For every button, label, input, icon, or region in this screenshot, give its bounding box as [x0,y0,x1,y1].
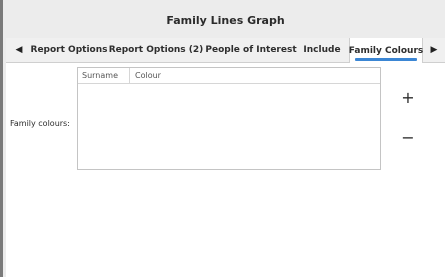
active-tab-indicator [355,58,417,61]
tab-scroll-left-button[interactable]: ◀ [10,38,28,62]
family-colours-label: Family colours: [10,119,70,128]
title-bar[interactable]: Family Lines Graph [6,0,445,38]
tab-scroll-right-button[interactable]: ▶ [425,38,443,62]
family-lines-graph-dialog: Family Lines Graph ◀ Report Options Repo… [6,0,445,277]
left-arrow-icon: ◀ [15,45,23,55]
tab-label: Include [303,45,341,55]
tab-include[interactable]: Include [299,38,345,62]
column-header-colour[interactable]: Colour [131,68,161,83]
remove-family-colour-button[interactable]: − [398,127,418,147]
column-header-surname[interactable]: Surname [78,68,130,83]
tab-people-of-interest[interactable]: People of Interest [205,38,297,62]
tab-report-options-2[interactable]: Report Options (2) [108,38,204,62]
minus-icon: − [401,127,415,147]
tab-family-colours[interactable]: Family Colours [349,38,423,63]
right-arrow-icon: ▶ [430,45,438,55]
tab-label: Report Options (2) [108,45,204,55]
tab-bar: ◀ Report Options Report Options (2) Peop… [6,38,445,63]
tab-label: People of Interest [205,45,297,55]
window-title: Family Lines Graph [166,14,285,27]
list-header: Surname Colour [78,68,380,84]
tab-label: Family Colours [348,45,424,56]
plus-icon: + [401,87,415,107]
family-colours-panel: Family colours: Surname Colour + − [6,63,445,277]
tab-report-options[interactable]: Report Options [30,38,108,62]
add-family-colour-button[interactable]: + [398,87,418,107]
family-colours-list[interactable]: Surname Colour [77,67,381,170]
tab-label: Report Options [30,45,108,55]
